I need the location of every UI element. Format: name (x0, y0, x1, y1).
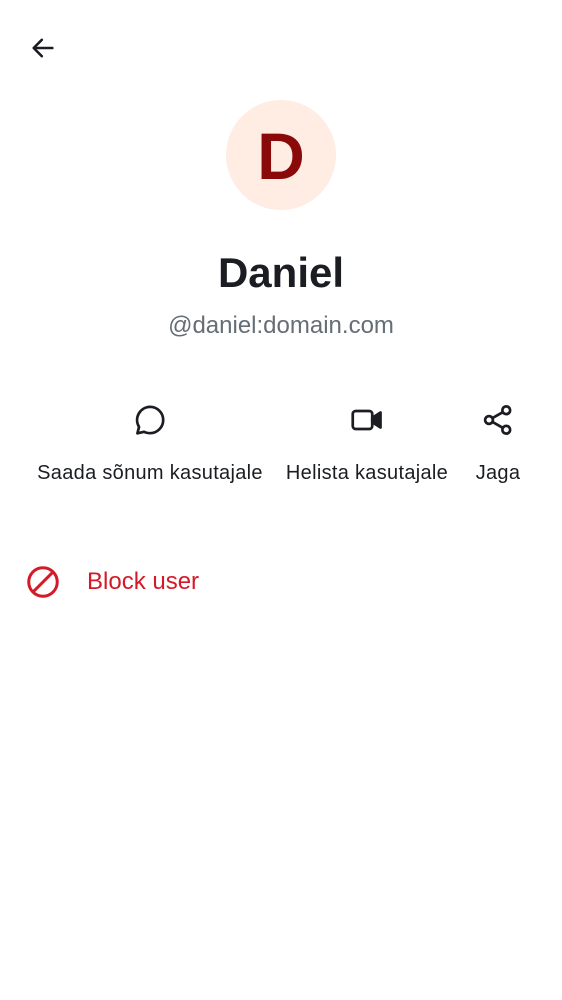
block-user-button[interactable]: Block user (0, 552, 562, 612)
back-button[interactable] (19, 26, 67, 74)
share-label: Jaga (475, 462, 521, 484)
call-button[interactable]: Helista kasutajale (274, 400, 460, 485)
send-message-label: Saada sõnum kasutajale (37, 462, 263, 484)
video-call-icon (347, 400, 387, 440)
block-icon (25, 564, 61, 600)
send-message-button[interactable]: Saada sõnum kasutajale (25, 400, 275, 485)
share-icon (478, 400, 518, 440)
call-label: Helista kasutajale (285, 462, 449, 484)
user-id: @daniel:domain.com (168, 312, 394, 339)
arrow-left-icon (29, 34, 57, 67)
block-user-label: Block user (87, 568, 200, 595)
avatar[interactable]: D (226, 100, 336, 210)
share-button[interactable]: Jaga (468, 400, 528, 485)
avatar-initial: D (257, 119, 305, 193)
display-name: Daniel (217, 249, 345, 296)
chat-bubble-icon (130, 400, 170, 440)
user-profile-screen: D Daniel @daniel:domain.com Saada sõnum … (0, 0, 562, 1000)
